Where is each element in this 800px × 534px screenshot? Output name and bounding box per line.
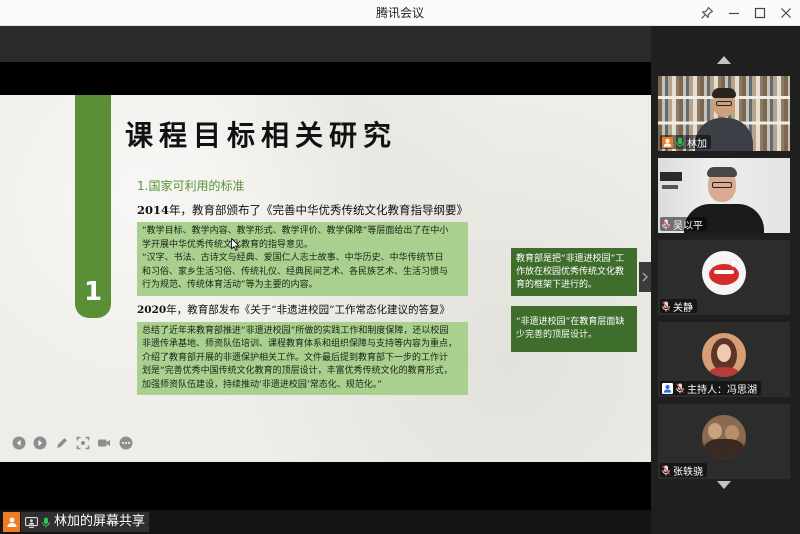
slide-title: 课程目标相关研究 <box>125 119 398 152</box>
participant-label: 吴以平 <box>660 217 707 232</box>
item-heading-2020: 2020年，教育部发布《关于“非遗进校园”工作常态化建议的答复》 <box>137 303 450 317</box>
more-icon[interactable] <box>119 436 133 450</box>
screen-share-icon <box>25 516 38 528</box>
participant-name: 主持人：冯思湖 <box>687 384 757 396</box>
summary-line: “教学目标、教学内容、教学形式、教学评价、教学保障”等层面给出了在中小 <box>142 226 449 236</box>
participant-figure <box>712 88 736 117</box>
participant-tile[interactable]: 张轶骁 <box>658 404 790 479</box>
callout-line: 教育部是把“非遗进校园”工 <box>516 253 625 264</box>
summary-line: 和习俗、家乡生活习俗、传统礼仪、经典民间艺术、各民族艺术、生活习惯与 <box>142 266 449 277</box>
section-bar: 1 <box>75 95 111 318</box>
callout-line: 作放在校园优秀传统文化教 <box>516 266 625 277</box>
mouse-cursor-icon <box>231 238 240 251</box>
participant-name: 关静 <box>673 302 693 314</box>
item-heading-2014: 2014年，教育部颁布了《完善中华优秀传统文化教育指导纲要》 <box>137 203 468 217</box>
shared-window-top-band <box>0 26 651 62</box>
video-icon[interactable] <box>97 436 111 450</box>
summary-box-2020: 总结了近年来教育部推进“非遗进校园”所做的实践工作和制度保障，还以校园 非遗传承… <box>137 322 468 395</box>
item-heading-text: 年，教育部颁布了《完善中华优秀传统文化教育指导纲要》 <box>169 203 469 217</box>
participant-label: 张轶骁 <box>660 463 707 478</box>
presentation-slide: 1 课程目标相关研究 1.国家可利用的标准 2014年，教育部颁布了《完善中华优… <box>0 95 651 462</box>
mic-active-icon <box>42 517 50 527</box>
screenshot-icon[interactable] <box>76 436 90 450</box>
summary-line: 介绍了教育部开展的非遗保护相关工作。文件最后提到教育部下一步的工作计 <box>142 352 449 363</box>
next-page-icon[interactable] <box>33 436 47 450</box>
callout-line: 育的框架下进行的。 <box>516 279 598 290</box>
item-year: 2020 <box>137 304 167 316</box>
self-icon <box>662 136 673 148</box>
participant-label: 林加 <box>660 135 711 150</box>
mic-muted-icon <box>676 382 684 393</box>
callout-box-1: 教育部是把“非遗进校园”工 作放在校园优秀传统文化教 育的框架下进行的。 <box>511 248 637 296</box>
status-bar: 林加的屏幕共享 <box>0 510 651 534</box>
participant-name: 林加 <box>687 138 707 150</box>
callout-line: 少完善的顶层设计。 <box>516 330 598 340</box>
chevron-up-icon[interactable] <box>717 56 731 64</box>
previous-page-icon[interactable] <box>12 436 26 450</box>
slide-subheading: 1.国家可利用的标准 <box>137 179 245 193</box>
callout-line: “非遗进校园”在教育层面缺 <box>516 317 625 327</box>
mic-muted-icon <box>662 300 670 311</box>
shared-screen: 1 课程目标相关研究 1.国家可利用的标准 2014年，教育部颁布了《完善中华优… <box>0 26 651 510</box>
summary-line: 加强师资队伍建设，持续推动‘非遗进校园’常态化、规范化。” <box>142 379 382 390</box>
pin-icon[interactable] <box>694 0 720 26</box>
participant-label: 关静 <box>660 299 697 314</box>
mic-muted-icon <box>662 218 670 229</box>
chevron-right-icon <box>642 272 648 282</box>
mic-muted-icon <box>662 464 670 475</box>
self-icon[interactable] <box>3 512 20 532</box>
screen-share-label: 林加的屏幕共享 <box>54 514 146 529</box>
close-icon[interactable] <box>773 0 799 26</box>
collapse-panel-tab[interactable] <box>639 262 651 292</box>
summary-line: 划是“完善优秀中国传统文化教育的顶层设计，丰富优秀传统文化的教育形式， <box>142 366 453 377</box>
summary-box-2014: “教学目标、教学内容、教学形式、教学评价、教学保障”等层面给出了在中小 学开展中… <box>137 222 468 296</box>
background-poster <box>660 172 682 181</box>
summary-line: 非遗传承基地、师资队伍培训、课程教育体系和组织保障与支持等内容为重点， <box>142 339 458 350</box>
participant-figure <box>707 167 737 202</box>
host-icon <box>662 382 673 394</box>
callout-box-2: “非遗进校园”在教育层面缺 少完善的顶层设计。 <box>511 306 637 352</box>
participant-name: 吴以平 <box>673 220 703 232</box>
participants-panel: 林加 吴以平 关静 主持人：冯思湖 张轶骁 <box>651 26 800 534</box>
participant-name: 张轶骁 <box>673 466 703 478</box>
participant-tile[interactable]: 林加 <box>658 76 790 151</box>
chevron-down-icon[interactable] <box>717 481 731 489</box>
maximize-icon[interactable] <box>747 0 773 26</box>
summary-line: 总结了近年来教育部推进“非遗进校园”所做的实践工作和制度保障，还以校园 <box>142 326 449 336</box>
screen-share-indicator[interactable]: 林加的屏幕共享 <box>21 512 149 532</box>
participant-label: 主持人：冯思湖 <box>660 381 761 396</box>
background-poster <box>662 185 678 189</box>
participant-tile[interactable]: 主持人：冯思湖 <box>658 322 790 397</box>
summary-line: 学开展中华优秀传统文化教育的指导意见。 <box>142 239 314 250</box>
avatar <box>702 251 746 295</box>
participant-tile[interactable]: 关静 <box>658 240 790 315</box>
avatar <box>702 333 746 377</box>
avatar <box>702 415 746 459</box>
summary-line: “汉字、书法、古诗文与经典、爱国仁人志士故事、中华历史、中华传统节日 <box>142 253 444 264</box>
minimize-icon[interactable] <box>721 0 747 26</box>
participant-tile[interactable]: 吴以平 <box>658 158 790 233</box>
section-number: 1 <box>83 277 103 307</box>
summary-line: 行为规范、传统体育活动”等为主要的内容。 <box>142 280 318 291</box>
item-year: 2014 <box>137 203 170 217</box>
pen-icon[interactable] <box>55 436 69 450</box>
window-title: 腾讯会议 <box>375 6 424 20</box>
item-heading-text: 年，教育部发布《关于“非遗进校园”工作常态化建议的答复》 <box>166 304 450 316</box>
title-bar: 腾讯会议 <box>0 0 800 26</box>
mic-active-icon <box>676 137 684 147</box>
